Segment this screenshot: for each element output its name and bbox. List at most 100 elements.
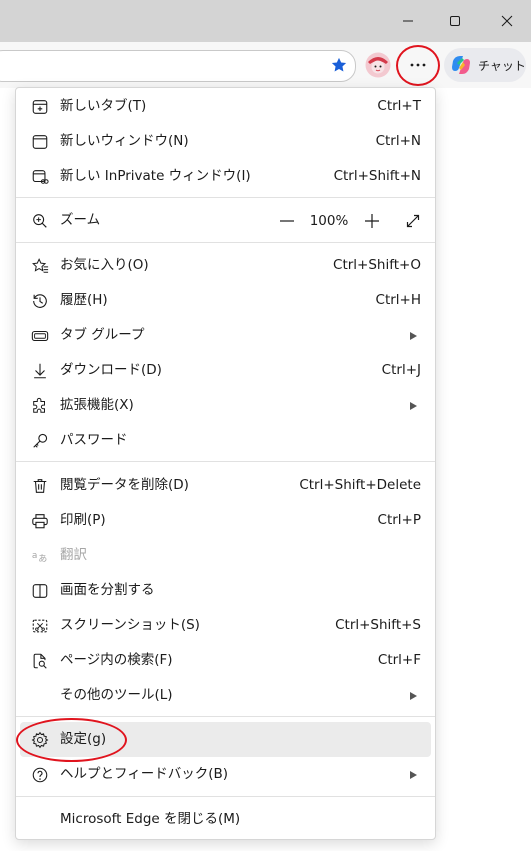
tab-groups-icon (30, 326, 50, 346)
svg-text:a: a (32, 551, 38, 561)
zoom-in-button[interactable] (359, 203, 385, 238)
menu-divider (16, 197, 435, 198)
menu-item-new-inprivate-window[interactable]: 新しい InPrivate ウィンドウ(I) Ctrl+Shift+N (16, 159, 435, 194)
puzzle-icon (30, 396, 50, 416)
shortcut-text: Ctrl+T (377, 98, 421, 114)
menu-divider (16, 242, 435, 243)
menu-item-label: ヘルプとフィードバック(B) (60, 766, 229, 782)
menu-item-new-tab[interactable]: 新しいタブ(T) Ctrl+T (16, 89, 435, 124)
menu-item-label: スクリーンショット(S) (60, 617, 200, 633)
menu-item-close-edge[interactable]: Microsoft Edge を閉じる(M) (16, 802, 435, 837)
zoom-icon (30, 211, 50, 231)
menu-item-label: 新しいタブ(T) (60, 98, 147, 114)
shortcut-text: Ctrl+H (375, 292, 421, 308)
menu-item-label: 画面を分割する (60, 582, 155, 598)
menu-item-label: 履歴(H) (60, 292, 108, 308)
fullscreen-button[interactable] (400, 203, 426, 238)
menu-item-label: パスワード (60, 432, 128, 448)
menu-divider (16, 796, 435, 797)
screenshot-icon (30, 616, 50, 636)
find-on-page-icon (30, 651, 50, 671)
maximize-icon (450, 16, 460, 26)
menu-item-more-tools[interactable]: その他のツール(L) (16, 678, 435, 713)
submenu-arrow-icon (410, 402, 417, 410)
star-icon (331, 57, 347, 72)
download-icon (30, 361, 50, 381)
menu-item-label: Microsoft Edge を閉じる(M) (60, 811, 241, 827)
address-bar[interactable] (0, 50, 356, 82)
minimize-button[interactable] (385, 0, 431, 42)
history-icon (30, 291, 50, 311)
submenu-arrow-icon (410, 692, 417, 700)
maximize-button[interactable] (432, 0, 478, 42)
menu-item-help-and-feedback[interactable]: ヘルプとフィードバック(B) (16, 757, 435, 792)
copilot-chat-button[interactable]: チャット (444, 48, 526, 82)
printer-icon (30, 511, 50, 531)
menu-divider (16, 461, 435, 462)
menu-item-label: 拡張機能(X) (60, 397, 134, 413)
avatar-icon (365, 52, 391, 78)
help-icon (30, 765, 50, 785)
annotation-circle-settings (16, 718, 127, 762)
menu-divider (16, 716, 435, 717)
shortcut-text: Ctrl+Shift+Delete (299, 477, 421, 493)
shortcut-text: Ctrl+Shift+N (333, 168, 421, 184)
menu-item-label: お気に入り(O) (60, 257, 149, 273)
menu-item-label: 印刷(P) (60, 512, 106, 528)
menu-item-label: 閲覧データを削除(D) (60, 477, 189, 493)
menu-item-tab-groups[interactable]: タブ グループ (16, 318, 435, 353)
menu-item-history[interactable]: 履歴(H) Ctrl+H (16, 283, 435, 318)
minus-icon (280, 219, 294, 222)
minimize-icon (403, 20, 413, 22)
menu-item-label: 新しい InPrivate ウィンドウ(I) (60, 168, 251, 184)
favorites-icon (30, 256, 50, 276)
inprivate-window-icon (30, 167, 50, 187)
copilot-icon (452, 56, 470, 74)
key-icon (30, 431, 50, 451)
favorite-star-button[interactable] (328, 54, 350, 76)
fullscreen-icon (406, 214, 420, 227)
submenu-arrow-icon (410, 771, 417, 779)
plus-icon (365, 213, 379, 228)
chat-label: チャット (478, 58, 526, 73)
shortcut-text: Ctrl+P (377, 512, 421, 528)
menu-item-screenshot[interactable]: スクリーンショット(S) Ctrl+Shift+S (16, 608, 435, 643)
submenu-arrow-icon (410, 332, 417, 340)
title-bar (0, 0, 531, 42)
shortcut-text: Ctrl+N (375, 133, 421, 149)
shortcut-text: Ctrl+Shift+S (335, 617, 421, 633)
menu-item-label: タブ グループ (60, 327, 145, 343)
menu-item-label: ズーム (60, 212, 101, 228)
menu-item-translate: aあ 翻訳 (16, 538, 435, 573)
trash-icon (30, 476, 50, 496)
menu-item-passwords[interactable]: パスワード (16, 423, 435, 458)
shortcut-text: Ctrl+F (377, 652, 421, 668)
menu-item-label: ページ内の検索(F) (60, 652, 173, 668)
menu-item-new-window[interactable]: 新しいウィンドウ(N) Ctrl+N (16, 124, 435, 159)
svg-text:あ: あ (38, 553, 47, 564)
menu-item-extensions[interactable]: 拡張機能(X) (16, 388, 435, 423)
close-window-button[interactable] (484, 0, 530, 42)
new-window-icon (30, 132, 50, 152)
menu-item-print[interactable]: 印刷(P) Ctrl+P (16, 503, 435, 538)
translate-icon: aあ (30, 546, 50, 566)
shortcut-text: Ctrl+Shift+O (333, 257, 421, 273)
menu-item-find-on-page[interactable]: ページ内の検索(F) Ctrl+F (16, 643, 435, 678)
browser-toolbar: チャット (0, 42, 531, 88)
profile-avatar[interactable] (364, 51, 392, 79)
menu-item-split-screen[interactable]: 画面を分割する (16, 573, 435, 608)
menu-item-favorites[interactable]: お気に入り(O) Ctrl+Shift+O (16, 248, 435, 283)
menu-item-label: 新しいウィンドウ(N) (60, 133, 189, 149)
menu-item-zoom: ズーム 100% (16, 203, 435, 238)
menu-item-label: その他のツール(L) (60, 687, 173, 703)
close-icon (501, 15, 513, 27)
shortcut-text: Ctrl+J (381, 362, 421, 378)
split-screen-icon (30, 581, 50, 601)
menu-item-label: ダウンロード(D) (60, 362, 162, 378)
menu-item-clear-browsing-data[interactable]: 閲覧データを削除(D) Ctrl+Shift+Delete (16, 468, 435, 503)
zoom-level: 100% (309, 212, 349, 229)
annotation-circle-more-button (396, 45, 440, 86)
menu-item-downloads[interactable]: ダウンロード(D) Ctrl+J (16, 353, 435, 388)
new-tab-icon (30, 97, 50, 117)
zoom-out-button[interactable] (274, 203, 300, 238)
